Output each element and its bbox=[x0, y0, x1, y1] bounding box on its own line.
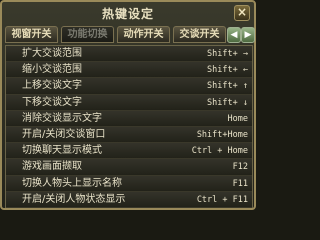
hotkey-key: F12 bbox=[232, 162, 248, 173]
hotkey-settings-window: 热键设定 × 视窗开关 功能切换 动作开关 交谈开关 ◀ ▶ 扩大交谈范围 Sh… bbox=[0, 0, 256, 210]
hotkey-label: 下移交谈文字 bbox=[22, 96, 82, 108]
hotkey-label: 上移交谈文字 bbox=[22, 80, 82, 92]
hotkey-label: 游戏画面撷取 bbox=[22, 161, 82, 173]
tab-window-toggle[interactable]: 视窗开关 bbox=[5, 26, 58, 43]
hotkey-key: Shift+ ↓ bbox=[207, 97, 248, 108]
hotkey-row[interactable]: 上移交谈文字 Shift+ ↑ bbox=[6, 78, 252, 95]
hotkey-key: Home bbox=[227, 113, 248, 124]
tab-function-switch[interactable]: 功能切换 bbox=[61, 26, 114, 43]
hotkey-row[interactable]: 切换人物头上显示名称 F11 bbox=[6, 175, 252, 192]
hotkey-row[interactable]: 缩小交谈范围 Shift+ ← bbox=[6, 62, 252, 79]
hotkey-row[interactable]: 开启/关闭人物状态显示 Ctrl + F11 bbox=[6, 191, 252, 208]
hotkey-key: Shift+ ↑ bbox=[207, 81, 248, 92]
tab-prev-button[interactable]: ◀ bbox=[227, 27, 241, 43]
hotkey-label: 开启/关闭交谈窗口 bbox=[22, 128, 106, 140]
hotkey-key: Ctrl + Home bbox=[191, 146, 248, 157]
hotkey-label: 切换聊天显示模式 bbox=[22, 145, 102, 157]
hotkey-key: Ctrl + F11 bbox=[196, 194, 248, 205]
hotkey-key: Shift+ → bbox=[207, 49, 248, 59]
tab-next-button[interactable]: ▶ bbox=[241, 27, 255, 43]
hotkey-list: 扩大交谈范围 Shift+ → 缩小交谈范围 Shift+ ← 上移交谈文字 S… bbox=[5, 45, 253, 208]
hotkey-label: 缩小交谈范围 bbox=[22, 64, 82, 76]
hotkey-row[interactable]: 切换聊天显示模式 Ctrl + Home bbox=[6, 143, 252, 160]
hotkey-row[interactable]: 开启/关闭交谈窗口 Shift+Home bbox=[6, 126, 252, 144]
hotkey-label: 切换人物头上显示名称 bbox=[22, 177, 122, 189]
hotkey-row[interactable]: 扩大交谈范围 Shift+ → bbox=[6, 46, 252, 63]
tab-action-toggle[interactable]: 动作开关 bbox=[117, 26, 170, 43]
hotkey-key: Shift+ ← bbox=[207, 65, 248, 76]
tab-chat-toggle[interactable]: 交谈开关 bbox=[173, 26, 226, 43]
hotkey-row[interactable]: 下移交谈文字 Shift+ ↓ bbox=[6, 94, 252, 111]
hotkey-label: 扩大交谈范围 bbox=[22, 48, 82, 59]
hotkey-key: F11 bbox=[232, 178, 248, 189]
hotkey-row[interactable]: 消除交谈显示文字 Home bbox=[6, 110, 252, 127]
hotkey-key: Shift+Home bbox=[196, 129, 248, 140]
close-button[interactable]: × bbox=[234, 5, 250, 21]
hotkey-row[interactable]: 游戏画面撷取 F12 bbox=[6, 159, 252, 176]
window-title: 热键设定 bbox=[101, 7, 154, 21]
hotkey-label: 开启/关闭人物状态显示 bbox=[22, 193, 126, 205]
tab-bar: 视窗开关 功能切换 动作开关 交谈开关 ◀ ▶ bbox=[5, 26, 255, 44]
hotkey-label: 消除交谈显示文字 bbox=[22, 112, 102, 124]
